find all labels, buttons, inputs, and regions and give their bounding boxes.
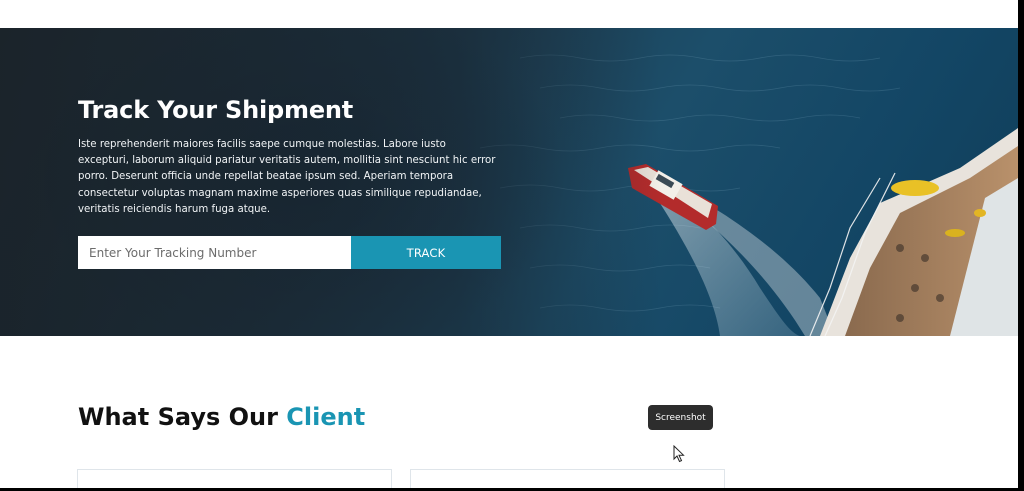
client-section-title: What Says Our Client [78, 403, 365, 431]
testimonial-card [77, 469, 392, 488]
testimonial-card [410, 469, 725, 488]
track-button[interactable]: TRACK [351, 236, 501, 269]
client-title-accent: Client [286, 403, 366, 431]
pointer-cursor-icon [673, 445, 685, 463]
screenshot-tooltip: Screenshot [648, 405, 713, 430]
tracking-form: TRACK [78, 236, 501, 269]
page: Track Your Shipment Iste reprehenderit m… [0, 0, 1018, 488]
hero-description: Iste reprehenderit maiores facilis saepe… [78, 139, 496, 215]
client-title-prefix: What Says Our [78, 403, 287, 431]
hero-title: Track Your Shipment [78, 96, 354, 124]
hero-banner: Track Your Shipment Iste reprehenderit m… [0, 28, 1018, 336]
tracking-number-input[interactable] [78, 236, 351, 269]
